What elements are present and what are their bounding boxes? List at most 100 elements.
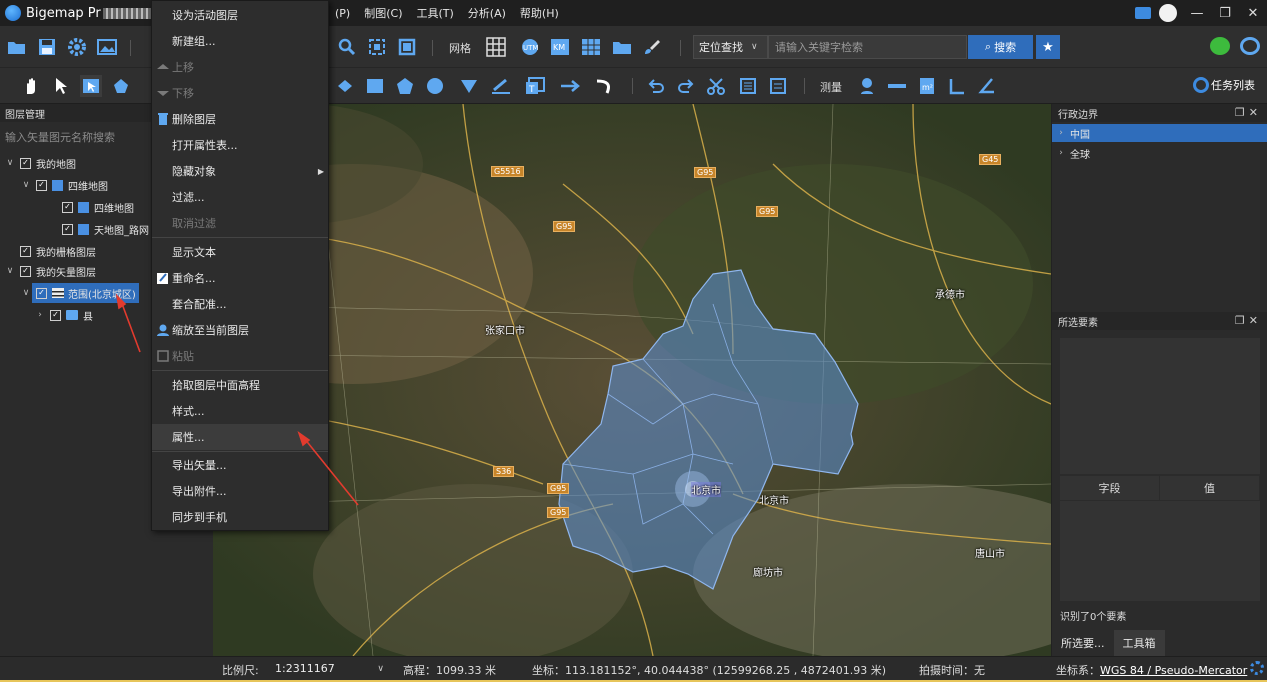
image-icon[interactable] [96, 36, 118, 58]
tree-row-siwei-layer[interactable]: ✓ 四维地图 [46, 197, 134, 217]
menu-style[interactable]: 样式... [152, 398, 328, 424]
paste-icon[interactable] [767, 75, 789, 97]
menu-drawing[interactable]: 制图(C) [357, 5, 409, 21]
measure-angle-icon[interactable] [976, 75, 998, 97]
draw-polygon-icon[interactable] [394, 75, 416, 97]
minimize-button[interactable]: — [1183, 0, 1211, 26]
layer-checkbox[interactable]: ✓ [20, 157, 31, 169]
select-pointer-icon[interactable] [50, 75, 72, 97]
tab-selected-features[interactable]: 所选要... [1052, 630, 1114, 656]
sheet-grid-icon[interactable] [580, 36, 602, 58]
draw-text-line-icon[interactable] [490, 75, 512, 97]
search-mode-select[interactable]: 定位查找 ∨ [693, 35, 768, 59]
tree-row-tianditu-road[interactable]: ✓ 天地图_路网 [46, 219, 149, 239]
zoom-layer-icon[interactable] [396, 36, 418, 58]
menu-set-active-layer[interactable]: 设为活动图层 [152, 2, 328, 28]
admin-item-china[interactable]: › 中国 [1052, 124, 1267, 142]
grid-icon[interactable] [485, 36, 507, 58]
menu-rename[interactable]: 重命名... [152, 265, 328, 291]
zoom-out-icon[interactable] [336, 36, 358, 58]
map-view[interactable]: 张家口市 承德市 北京市 唐山市 廊坊市 北京市 G5516 G95 G95 G… [213, 104, 1051, 656]
curve-tool-icon[interactable] [594, 75, 616, 97]
favorite-star-icon[interactable]: ★ [1036, 35, 1060, 59]
menu-tools[interactable]: 工具(T) [409, 5, 460, 21]
expander-icon[interactable]: ∨ [20, 180, 32, 190]
tab-toolbox[interactable]: 工具箱 [1113, 630, 1165, 656]
arrow-tool-icon[interactable] [560, 75, 582, 97]
text-box-icon[interactable]: T [524, 75, 546, 97]
menu-zoom-to-layer[interactable]: 缩放至当前图层 [152, 317, 328, 343]
tree-row-siwei-group[interactable]: ∨ ✓ 四维地图 [20, 175, 108, 195]
user-avatar[interactable] [1159, 4, 1177, 22]
layer-checkbox[interactable]: ✓ [20, 265, 31, 277]
menu-new-group[interactable]: 新建组... [152, 28, 328, 54]
draw-line-icon[interactable] [334, 75, 356, 97]
copy-icon[interactable] [737, 75, 759, 97]
menu-show-text[interactable]: 显示文本 [152, 239, 328, 265]
open-folder-icon[interactable] [6, 36, 28, 58]
tree-row-my-map[interactable]: ∨ ✓ 我的地图 [4, 153, 76, 173]
brush-icon[interactable] [641, 36, 663, 58]
search-input[interactable] [768, 35, 967, 59]
menu-delete-layer[interactable]: 删除图层 [152, 106, 328, 132]
menu-export-vector[interactable]: 导出矢量... [152, 452, 328, 478]
draw-circle-icon[interactable] [424, 75, 446, 97]
settings-gear-icon[interactable] [1250, 661, 1264, 675]
menu-pick-elevation[interactable]: 拾取图层中面高程 [152, 372, 328, 398]
utm-grid-icon[interactable]: UTM [519, 36, 541, 58]
settings-gear-icon[interactable] [66, 36, 88, 58]
zoom-full-extent-icon[interactable] [366, 36, 388, 58]
menu-analysis[interactable]: 分析(A) [461, 5, 513, 21]
menu-paste[interactable]: 粘贴 [152, 343, 328, 369]
layer-checkbox[interactable]: ✓ [62, 223, 73, 235]
tree-row-vector-layers[interactable]: ∨ ✓ 我的矢量图层 [4, 261, 96, 281]
selected-panel-buttons[interactable]: ❐✕ [1235, 314, 1262, 327]
restore-button[interactable]: ❐ [1211, 0, 1239, 26]
scale-select[interactable]: 1:2311167 ∨ [270, 659, 390, 678]
cut-scissors-icon[interactable] [705, 75, 727, 97]
link-icon[interactable] [1240, 37, 1260, 55]
layer-checkbox[interactable]: ✓ [36, 179, 47, 191]
expander-icon[interactable]: › [34, 310, 46, 320]
measure-height-icon[interactable] [946, 75, 968, 97]
menu-open-attribute-table[interactable]: 打开属性表... [152, 132, 328, 158]
redo-icon[interactable] [675, 75, 697, 97]
menu-help[interactable]: 帮助(H) [513, 5, 566, 21]
edit-node-icon[interactable] [110, 75, 132, 97]
tree-row-county[interactable]: › ✓ 县 [34, 305, 93, 325]
expander-icon[interactable]: ∨ [20, 288, 32, 298]
menu-properties[interactable]: 属性... [152, 424, 328, 450]
wechat-icon[interactable] [1210, 37, 1230, 55]
task-list-button[interactable]: 任务列表 [1193, 77, 1255, 93]
menu-move-down[interactable]: 下移 [152, 80, 328, 106]
menu-cancel-filter[interactable]: 取消过滤 [152, 210, 328, 236]
search-button[interactable]: ⌕ 搜索 [968, 35, 1033, 59]
layer-checkbox[interactable]: ✓ [36, 287, 47, 299]
select-area-icon[interactable] [80, 75, 102, 97]
menu-export-attachments[interactable]: 导出附件... [152, 478, 328, 504]
layer-checkbox[interactable]: ✓ [20, 245, 31, 257]
menu-registration[interactable]: 套合配准... [152, 291, 328, 317]
layer-checkbox[interactable]: ✓ [50, 309, 61, 321]
message-icon[interactable] [1135, 7, 1151, 19]
draw-rectangle-icon[interactable] [364, 75, 386, 97]
folder-icon[interactable] [611, 36, 633, 58]
tree-row-beijing-range[interactable]: ∨ ✓ 范围(北京城区) [20, 283, 139, 303]
crs-link[interactable]: WGS 84 / Pseudo-Mercator [1100, 664, 1247, 677]
expander-icon[interactable]: › [1052, 148, 1070, 158]
measure-distance-icon[interactable] [886, 75, 908, 97]
menu-project[interactable]: (P) [328, 7, 357, 20]
menu-move-up[interactable]: 上移 [152, 54, 328, 80]
expander-icon[interactable]: › [1052, 128, 1070, 138]
undo-icon[interactable] [645, 75, 667, 97]
menu-hide-objects[interactable]: 隐藏对象 ▶ [152, 158, 328, 184]
expander-icon[interactable]: ∨ [4, 158, 16, 168]
close-button[interactable]: ✕ [1239, 0, 1267, 26]
measure-point-icon[interactable] [856, 75, 878, 97]
menu-sync-to-phone[interactable]: 同步到手机 [152, 504, 328, 530]
tree-row-raster-layers[interactable]: ✓ 我的栅格图层 [4, 241, 96, 261]
km-grid-icon[interactable]: KM [549, 36, 571, 58]
pan-hand-icon[interactable] [20, 75, 42, 97]
expander-icon[interactable]: ∨ [4, 266, 16, 276]
menu-filter[interactable]: 过滤... [152, 184, 328, 210]
